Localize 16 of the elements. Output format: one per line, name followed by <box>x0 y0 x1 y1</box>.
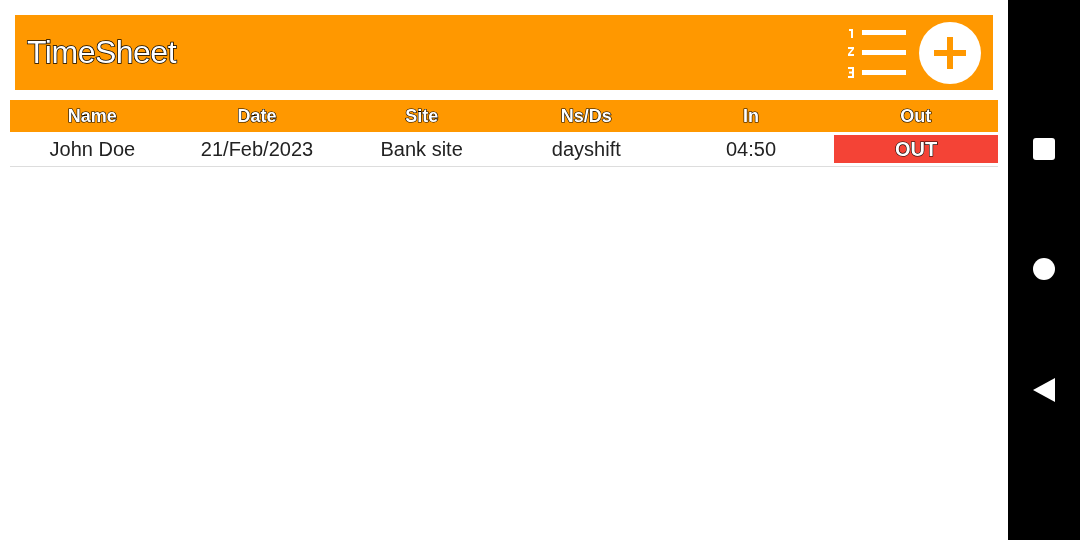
table-cell: 21/Feb/2023 <box>200 137 314 161</box>
column-header: In <box>743 105 759 127</box>
column-header: Date <box>237 105 277 127</box>
table-cell: Bank site <box>380 137 463 161</box>
column-header: Out <box>900 105 932 127</box>
column-header: Ns/Ds <box>560 105 612 127</box>
circle-icon[interactable] <box>1032 257 1056 281</box>
table-cell: John Doe <box>49 137 136 161</box>
column-header: Site <box>405 105 439 127</box>
column-header: Name <box>67 105 117 127</box>
square-icon[interactable] <box>1032 137 1056 161</box>
app-title: TimeSheet <box>27 34 178 71</box>
out-button[interactable]: OUT <box>834 135 998 163</box>
back-icon[interactable] <box>1033 377 1055 403</box>
table-cell: dayshift <box>551 137 621 161</box>
table-cell: 04:50 <box>725 137 776 161</box>
